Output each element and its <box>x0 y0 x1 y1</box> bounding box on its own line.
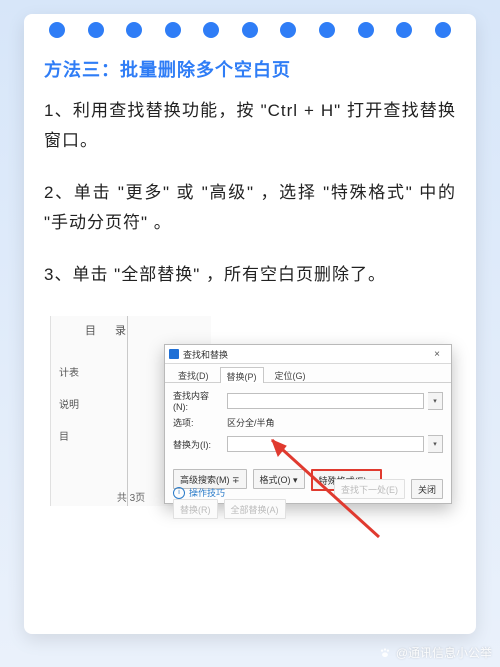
binding-hole <box>126 22 142 38</box>
find-input[interactable] <box>227 393 424 409</box>
tab-replace[interactable]: 替换(P) <box>220 367 264 383</box>
page-frame: 方法三：批量删除多个空白页 1、利用查找替换功能，按 "Ctrl + H" 打开… <box>0 0 500 667</box>
tip-label: 操作技巧 <box>189 486 225 499</box>
binding-hole <box>280 22 296 38</box>
watermark: @通讯信息小公举 <box>378 644 492 661</box>
note-card: 方法三：批量删除多个空白页 1、利用查找替换功能，按 "Ctrl + H" 打开… <box>24 14 476 634</box>
dialog-tabs: 查找(D) 替换(P) 定位(G) <box>165 364 451 383</box>
binding-holes <box>24 22 476 46</box>
binding-hole <box>435 22 451 38</box>
annotation-arrow-icon <box>244 432 384 542</box>
paw-icon <box>378 646 392 660</box>
tip-row[interactable]: i 操作技巧 <box>173 486 225 499</box>
find-label: 查找内容(N): <box>173 389 223 412</box>
tab-goto[interactable]: 定位(G) <box>268 366 313 382</box>
doc-row-left: 说明 <box>59 396 79 411</box>
method-title: 方法三：批量删除多个空白页 <box>44 56 456 82</box>
row-options: 选项: 区分全/半角 <box>173 416 443 429</box>
app-icon <box>169 349 179 359</box>
binding-hole <box>358 22 374 38</box>
step-1: 1、利用查找替换功能，按 "Ctrl + H" 打开查找替换窗口。 <box>44 96 456 156</box>
binding-hole <box>88 22 104 38</box>
replace-one-button[interactable]: 替换(R) <box>173 499 218 519</box>
replace-label: 替换为(I): <box>173 438 223 451</box>
binding-hole <box>319 22 335 38</box>
find-dropdown-icon[interactable]: ▾ <box>428 392 443 410</box>
step-2: 2、单击 "更多" 或 "高级" ，选择 "特殊格式" 中的 "手动分页符" 。 <box>44 178 456 238</box>
row-find: 查找内容(N): ▾ <box>173 389 443 412</box>
binding-hole <box>203 22 219 38</box>
doc-row-left: 计表 <box>59 364 79 379</box>
options-value: 区分全/半角 <box>227 416 275 429</box>
illustration: 目 录 计表 1 页 说明 1 页 目 1 页 共 3页 <box>44 312 456 542</box>
note-body: 方法三：批量删除多个空白页 1、利用查找替换功能，按 "Ctrl + H" 打开… <box>44 56 456 618</box>
dialog-titlebar[interactable]: 查找和替换 × <box>165 345 451 364</box>
step-3: 3、单击 "全部替换" ，所有空白页删除了。 <box>44 260 456 290</box>
binding-hole <box>165 22 181 38</box>
binding-hole <box>396 22 412 38</box>
replace-dropdown-icon[interactable]: ▾ <box>428 435 443 453</box>
close-icon[interactable]: × <box>427 346 447 362</box>
binding-hole <box>242 22 258 38</box>
doc-row-left: 目 <box>59 428 69 443</box>
doc-divider <box>127 316 128 506</box>
binding-hole <box>49 22 65 38</box>
doc-heading: 目 录 <box>85 322 134 338</box>
close-button[interactable]: 关闭 <box>411 479 443 499</box>
dialog-title: 查找和替换 <box>183 348 427 361</box>
tip-icon: i <box>173 487 185 499</box>
watermark-text: @通讯信息小公举 <box>396 644 492 661</box>
tab-find[interactable]: 查找(D) <box>171 366 216 382</box>
options-label: 选项: <box>173 416 223 429</box>
